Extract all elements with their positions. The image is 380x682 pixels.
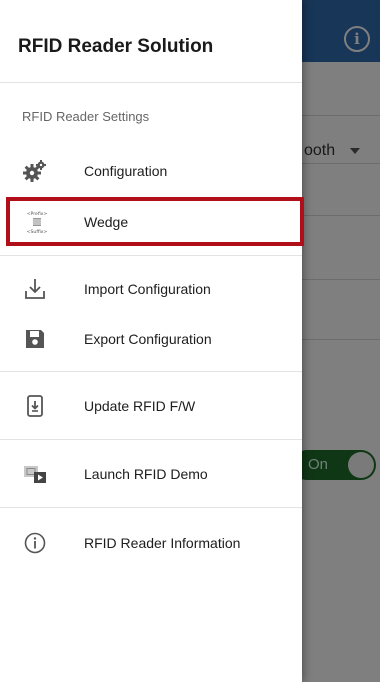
menu-item-rfid-reader-information[interactable]: RFID Reader Information [0,520,302,566]
info-circle-icon [22,530,48,556]
menu-item-label: Import Configuration [84,281,211,297]
wedge-highlight-box [6,197,304,246]
menu-item-label: RFID Reader Information [84,535,241,551]
divider [0,439,302,440]
save-icon [22,326,48,352]
menu-item-configuration[interactable]: Configuration [0,148,302,194]
header-divider [0,82,302,83]
navigation-drawer: RFID Reader Solution RFID Reader Setting… [0,0,302,682]
gears-icon [22,158,48,184]
menu-item-label: Update RFID F/W [84,398,196,414]
section-label: RFID Reader Settings [22,109,150,124]
import-icon [22,276,48,302]
firmware-update-icon [22,393,48,419]
menu-item-launch-rfid-demo[interactable]: Launch RFID Demo [0,451,302,497]
divider [0,371,302,372]
menu-item-label: Export Configuration [84,331,212,347]
menu-item-import-configuration[interactable]: Import Configuration [0,266,302,312]
drawer-title: RFID Reader Solution [18,36,214,57]
menu-item-label: Launch RFID Demo [84,466,208,482]
menu-item-label: Configuration [84,163,168,179]
menu-item-update-rfid-fw[interactable]: Update RFID F/W [0,383,302,429]
demo-icon [22,461,48,487]
divider [0,255,302,256]
menu-item-export-configuration[interactable]: Export Configuration [0,316,302,362]
divider [0,507,302,508]
